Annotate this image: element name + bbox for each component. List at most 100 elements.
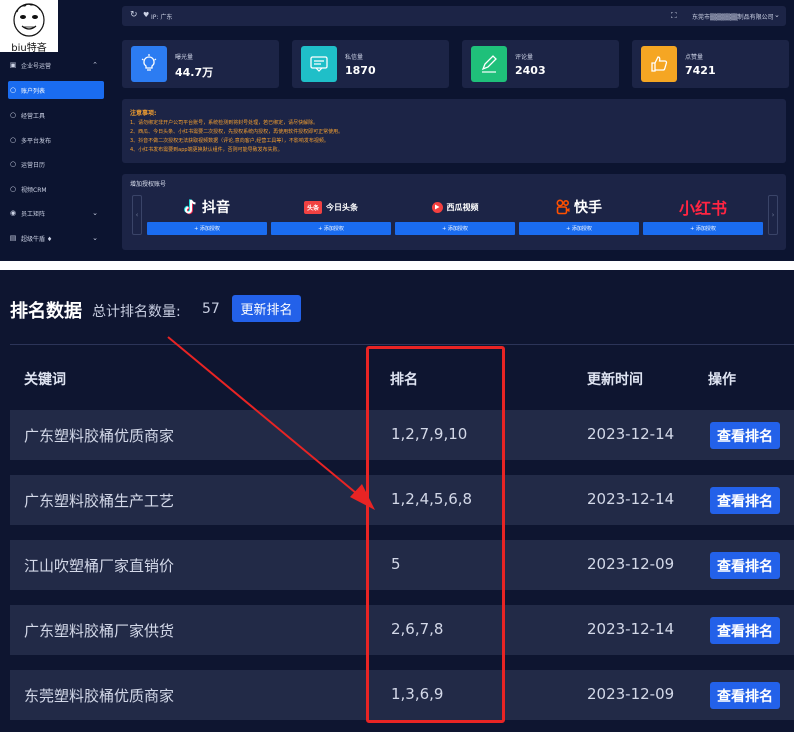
chevron-down-icon: ⌄ [92,234,98,242]
platform-xiaohongshu: 小红书 [643,196,763,218]
douyin-icon [184,199,198,215]
circle-icon: ○ [9,160,17,168]
topbar: ↻ ♥ IP: 广东 ⛶ 东莞市▒▒▒▒▒▒制品有限公司 ⌄ [122,6,786,26]
sidebar-item-label: 企业号运营 [21,62,52,70]
radio-icon: ◉ [9,209,17,217]
add-auth-button[interactable]: + 添加授权 [271,222,391,235]
xigua-icon [431,201,443,213]
sidebar-item-label: 员工矩阵 [21,210,46,218]
add-auth-button[interactable]: + 添加授权 [147,222,267,235]
circle-icon: ○ [9,111,17,119]
ip-location: IP: 广东 [151,14,173,21]
fullscreen-icon[interactable]: ⛶ [671,11,677,21]
date-cell: 2023-12-09 [587,555,675,573]
shield-icon: ▤ [9,234,17,242]
ranking-panel: 排名数据 总计排名数量: 57 更新排名 关键词 排名 更新时间 操作 广东塑料… [0,270,794,732]
view-ranking-button[interactable]: 查看排名 [710,422,780,449]
column-header-action: 操作 [708,372,736,388]
toutiao-icon: 头条 [304,200,322,214]
meme-face-icon [13,3,45,37]
keyword-cell: 广东塑料胶桶厂家供货 [24,622,175,640]
stat-value: 2403 [515,64,546,77]
stat-label: 曝光量 [175,54,194,61]
view-ranking-button[interactable]: 查看排名 [710,552,780,579]
date-cell: 2023-12-09 [587,685,675,703]
sidebar-item-label: 超级牛盾 ♦ [21,235,53,243]
update-ranking-button[interactable]: 更新排名 [232,295,301,322]
toutiao-badge: 头条 [306,204,319,212]
sidebar-item-label: 多平台发布 [21,137,52,145]
stat-card-likes: 点赞量 7421 [632,40,789,88]
keyword-cell: 广东塑料胶桶生产工艺 [24,492,175,510]
add-auth-button[interactable]: + 添加授权 [519,222,639,235]
sidebar-item-enterprise[interactable]: ▣ 企业号运营 ⌃ [8,56,104,74]
sidebar-item-label: 视频CRM [21,186,47,194]
message-icon [301,46,337,82]
date-cell: 2023-12-14 [587,620,675,638]
sidebar-item-crm[interactable]: ○ 视频CRM [8,180,104,198]
xiaohongshu-icon: 小红书 [678,199,727,218]
thumb-icon [641,46,677,82]
notice-line: 1、请勿绑定非开户公司平台账号，系统检测到将封号处理，若已绑定，请尽快解除。 [130,120,319,126]
platform-xigua: 西瓜视频 [395,196,515,218]
dashboard-panel: biu特吝 ▣ 企业号运营 ⌃ ○ 账户列表 ○ 经营工具 ○ 多平台发布 ○ … [0,0,794,261]
sidebar-item-calendar[interactable]: ○ 运营日历 [8,155,104,173]
monitor-icon: ▣ [9,61,17,69]
company-selector[interactable]: 东莞市▒▒▒▒▒▒制品有限公司 [692,12,774,21]
notice-line: 2、西瓜、今日头条、小红书需要二次授权，先授权系统内授权，再使用软件授权即可正常… [130,129,344,135]
sidebar-item-label: 经营工具 [21,112,46,120]
circle-icon: ○ [9,136,17,144]
sidebar-item-matrix[interactable]: ◉ 员工矩阵 ⌄ [8,204,104,222]
platform-toutiao: 头条 今日头条 [271,196,391,218]
auth-panel: 增加授权账号 ‹ › 抖音 头条 今日头条 西瓜视频 快手 小红书 + 添加授权… [122,174,786,250]
sidebar-item-label: 账户列表 [21,87,46,95]
keyword-cell: 江山吹塑桶厂家直销价 [24,557,175,575]
chevron-up-icon: ⌃ [92,61,98,69]
logo-text: biu特吝 [11,43,47,54]
sidebar-item-tools[interactable]: ○ 经营工具 [8,106,104,124]
platform-kuaishou: 快手 [519,196,639,218]
platform-name: 快手 [574,200,602,216]
stat-card-comments: 评论量 2403 [462,40,619,88]
location-icon: ♥ [143,11,150,19]
chevron-left-icon[interactable]: ‹ [132,195,142,235]
platform-douyin: 抖音 [147,196,267,218]
chevron-right-icon[interactable]: › [768,195,778,235]
add-auth-button[interactable]: + 添加授权 [643,222,763,235]
column-header-date: 更新时间 [587,372,643,388]
divider [10,344,794,345]
platform-name: 抖音 [202,200,230,216]
sidebar: biu特吝 ▣ 企业号运营 ⌃ ○ 账户列表 ○ 经营工具 ○ 多平台发布 ○ … [0,0,108,261]
refresh-icon[interactable]: ↻ [130,10,138,20]
stat-value: 7421 [685,64,716,77]
kuaishou-icon [556,199,570,215]
column-header-keyword: 关键词 [24,372,66,388]
stat-value: 1870 [345,64,376,77]
notice-panel: 注意事项: 1、请勿绑定非开户公司平台账号，系统检测到将封号处理，若已绑定，请尽… [122,99,786,163]
date-cell: 2023-12-14 [587,425,675,443]
view-ranking-button[interactable]: 查看排名 [710,682,780,709]
add-auth-button[interactable]: + 添加授权 [395,222,515,235]
stat-card-messages: 私信量 1870 [292,40,449,88]
notice-title: 注意事项: [130,110,157,117]
circle-icon: ○ [9,185,17,193]
stat-label: 点赞量 [685,54,704,61]
circle-icon: ○ [9,86,17,94]
platform-name: 今日头条 [326,202,358,212]
platform-name: 西瓜视频 [446,202,479,212]
chevron-down-icon[interactable]: ⌄ [774,11,780,19]
sidebar-item-accounts[interactable]: ○ 账户列表 [8,81,104,99]
date-cell: 2023-12-14 [587,490,675,508]
ranking-count: 57 [202,301,220,317]
view-ranking-button[interactable]: 查看排名 [710,487,780,514]
stat-label: 评论量 [515,54,534,61]
stat-card-exposure: 曝光量 44.7万 [122,40,279,88]
sidebar-item-label: 运营日历 [21,161,46,169]
auth-title: 增加授权账号 [130,181,167,188]
sidebar-item-multi-publish[interactable]: ○ 多平台发布 [8,131,104,149]
view-ranking-button[interactable]: 查看排名 [710,617,780,644]
sidebar-item-shield[interactable]: ▤ 超级牛盾 ♦ ⌄ [8,229,104,247]
bulb-icon [131,46,167,82]
stat-value: 44.7万 [175,66,214,79]
keyword-cell: 广东塑料胶桶优质商家 [24,427,175,445]
